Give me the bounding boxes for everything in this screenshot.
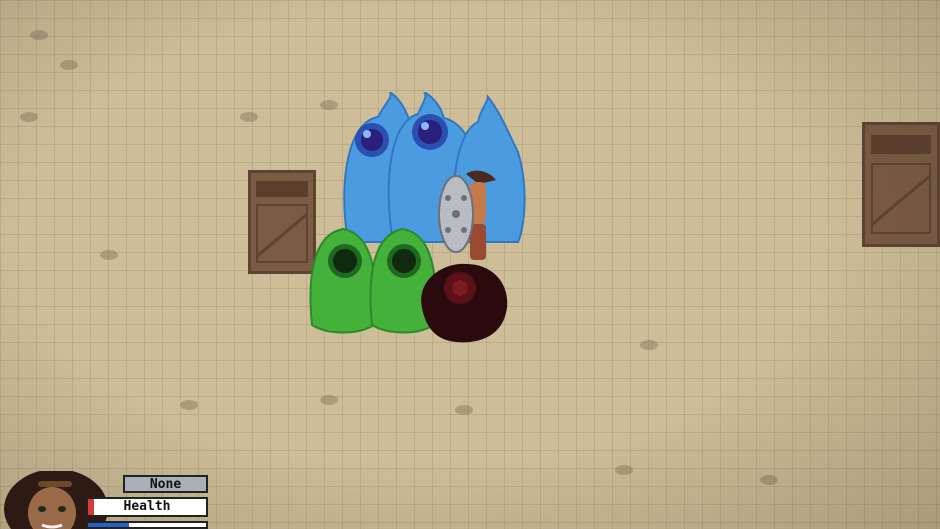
floor-crack: [240, 112, 258, 122]
floor-crack: [640, 340, 658, 350]
floor-crack: [455, 405, 473, 415]
player-knight[interactable]: [436, 168, 500, 268]
crate-lid: [870, 134, 932, 154]
floor-crack: [30, 30, 48, 40]
floor-crack: [760, 475, 778, 485]
status-label: None: [123, 475, 208, 493]
health-label: Health: [123, 499, 171, 514]
floor-crack: [320, 395, 338, 405]
green-slime[interactable]: [309, 227, 377, 334]
crate-panel: [870, 163, 932, 235]
health-bar: Health: [86, 497, 208, 517]
crate[interactable]: [248, 170, 316, 274]
mana-bar: [86, 521, 208, 529]
crate[interactable]: [862, 122, 940, 247]
player-hud: None Health: [0, 471, 215, 529]
floor-crack: [615, 465, 633, 475]
crate-panel: [255, 204, 309, 264]
mana-bar-fill: [88, 523, 130, 527]
floor-crack: [180, 400, 198, 410]
dark-orb[interactable]: [416, 258, 512, 344]
floor-crack: [60, 60, 78, 70]
health-bar-fill-start: [88, 499, 94, 515]
game-scene[interactable]: None Health: [0, 0, 940, 529]
crate-lid: [255, 180, 309, 197]
floor-crack: [20, 112, 38, 122]
floor-crack: [320, 100, 338, 110]
floor-crack: [100, 250, 118, 260]
